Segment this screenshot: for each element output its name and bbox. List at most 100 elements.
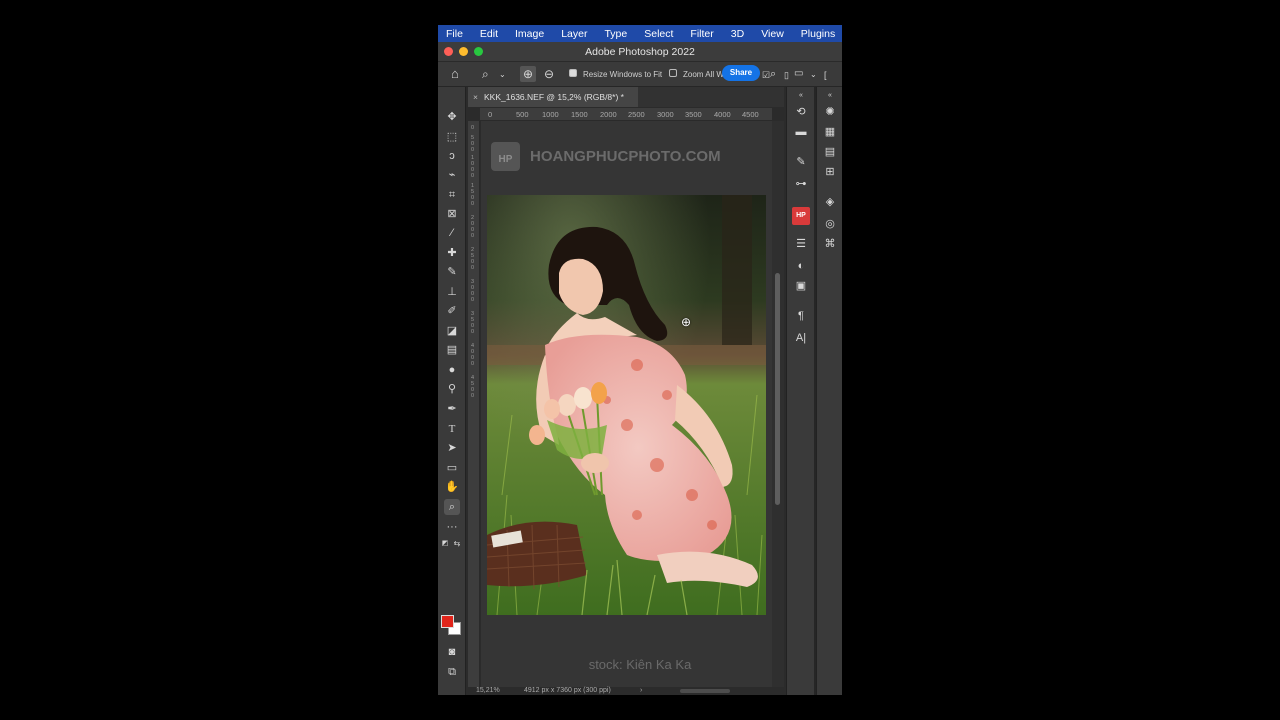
document-photo[interactable] bbox=[487, 195, 766, 615]
gradients-panel-icon[interactable]: ▤ bbox=[823, 145, 837, 159]
document-tab-bar: × KKK_1636.NEF @ 15,2% (RGB/8*) * bbox=[468, 87, 784, 107]
default-colors-icon[interactable]: ◩ bbox=[440, 539, 450, 549]
vertical-scrollbar[interactable] bbox=[772, 121, 784, 687]
history-brush-icon[interactable]: ✐ bbox=[444, 303, 460, 319]
zoom-level[interactable]: 15,21% bbox=[476, 687, 500, 694]
menu-view[interactable]: View bbox=[761, 28, 784, 40]
character-panel-icon[interactable]: A| bbox=[794, 331, 808, 345]
ruler-tick: 4500 bbox=[742, 110, 759, 119]
patterns-panel-icon[interactable]: ⊞ bbox=[823, 165, 837, 179]
ruler-tick: 3500 bbox=[471, 311, 475, 335]
gradient-tool-icon[interactable]: ▤ bbox=[444, 342, 460, 358]
resize-windows-checkbox[interactable] bbox=[569, 69, 577, 77]
paths-panel-icon[interactable]: ⌘ bbox=[823, 237, 837, 251]
status-chevron-icon[interactable]: › bbox=[640, 687, 642, 694]
swatches-panel-icon[interactable]: ▦ bbox=[823, 125, 837, 139]
ruler-tick: 2500 bbox=[628, 110, 645, 119]
ruler-tick: 500 bbox=[471, 135, 475, 153]
fill-screen-icon[interactable]: ▯ bbox=[784, 69, 789, 81]
horizontal-scroll-thumb[interactable] bbox=[680, 689, 730, 693]
panel-icon[interactable]: [ bbox=[824, 69, 827, 81]
brush-settings-icon[interactable]: ✎ bbox=[794, 155, 808, 169]
layers-panel-icon[interactable]: ◈ bbox=[823, 195, 837, 209]
zoom-tool-preset-icon[interactable]: ⌕ bbox=[482, 68, 489, 80]
path-selection-icon[interactable]: ➤ bbox=[444, 440, 460, 456]
ruler-tick: 1000 bbox=[542, 110, 559, 119]
foreground-color-swatch[interactable] bbox=[441, 615, 454, 628]
ruler-tick: 4000 bbox=[471, 343, 475, 367]
menu-image[interactable]: Image bbox=[515, 28, 544, 40]
ruler-tick: 3000 bbox=[657, 110, 674, 119]
panel-dock-right: « ✺ ▦ ▤ ⊞ ◈ ◎ ⌘ bbox=[816, 87, 842, 695]
adjust-sliders-icon[interactable]: ⊶ bbox=[794, 177, 808, 191]
watermark-logo: HP bbox=[491, 142, 520, 171]
scrubby-zoom-icon[interactable]: ☑ bbox=[762, 69, 770, 81]
document-tab[interactable]: × KKK_1636.NEF @ 15,2% (RGB/8*) * bbox=[468, 87, 638, 107]
channels-panel-icon[interactable]: ◎ bbox=[823, 217, 837, 231]
resize-windows-label: Resize Windows to Fit bbox=[583, 70, 663, 79]
lasso-tool-icon[interactable]: ↄ bbox=[444, 148, 460, 164]
menu-3d[interactable]: 3D bbox=[731, 28, 744, 40]
move-tool-icon[interactable]: ✥ bbox=[444, 109, 460, 125]
marquee-tool-icon[interactable]: ⬚ bbox=[444, 129, 460, 145]
comments-panel-icon[interactable]: ▬ bbox=[794, 125, 808, 139]
type-tool-icon[interactable]: T bbox=[444, 421, 460, 437]
menu-filter[interactable]: Filter bbox=[690, 28, 713, 40]
brush-tool-icon[interactable]: ✎ bbox=[444, 264, 460, 280]
swap-colors-icon[interactable]: ⇆ bbox=[452, 539, 462, 549]
zoom-cursor-icon: ⊕ bbox=[681, 315, 692, 329]
zoom-in-icon[interactable]: ⊕ bbox=[520, 66, 536, 82]
hand-tool-icon[interactable]: ✋ bbox=[444, 479, 460, 495]
vertical-ruler: 0 500 1000 1500 2000 2500 3000 3500 4000… bbox=[468, 121, 480, 687]
healing-brush-icon[interactable]: ✚ bbox=[444, 245, 460, 261]
zoom-tool-icon[interactable]: ⌕ bbox=[444, 499, 460, 515]
search-icon[interactable]: ⌕ bbox=[770, 68, 776, 80]
clone-stamp-icon[interactable]: ⊥ bbox=[444, 284, 460, 300]
rectangle-tool-icon[interactable]: ▭ bbox=[444, 460, 460, 476]
menu-plugins[interactable]: Plugins bbox=[801, 28, 835, 40]
paragraph-panel-icon[interactable]: ¶ bbox=[794, 309, 808, 323]
libraries-panel-icon[interactable]: ▣ bbox=[794, 279, 808, 293]
eyedropper-icon[interactable]: ⁄ bbox=[444, 225, 460, 241]
zoom-all-checkbox[interactable] bbox=[669, 69, 677, 77]
properties-panel-icon[interactable]: ☰ bbox=[794, 237, 808, 251]
vertical-scroll-thumb[interactable] bbox=[775, 273, 780, 505]
share-button[interactable]: Share bbox=[722, 65, 760, 81]
ruler-tick: 1500 bbox=[471, 183, 475, 207]
close-tab-icon[interactable]: × bbox=[473, 87, 478, 107]
ruler-tick: 1000 bbox=[471, 155, 475, 179]
chevron-down-icon[interactable]: ⌄ bbox=[499, 69, 506, 81]
adjustments-panel-icon[interactable]: ◐ bbox=[794, 259, 808, 273]
menu-edit[interactable]: Edit bbox=[480, 28, 498, 40]
dodge-tool-icon[interactable]: ⚲ bbox=[444, 381, 460, 397]
blur-tool-icon[interactable]: ● bbox=[444, 362, 460, 378]
history-panel-icon[interactable]: ⟲ bbox=[794, 105, 808, 119]
crop-tool-icon[interactable]: ⌗ bbox=[444, 187, 460, 203]
menu-type[interactable]: Type bbox=[604, 28, 627, 40]
collapse-dock-icon[interactable]: « bbox=[794, 89, 808, 103]
ruler-tick: 4500 bbox=[471, 375, 475, 399]
eraser-tool-icon[interactable]: ◪ bbox=[444, 323, 460, 339]
photo-image bbox=[487, 195, 766, 615]
document-dimensions: 4912 px x 7360 px (300 ppi) bbox=[524, 687, 611, 694]
menu-select[interactable]: Select bbox=[644, 28, 673, 40]
more-tools-icon[interactable]: ··· bbox=[444, 519, 460, 535]
title-bar: Adobe Photoshop 2022 bbox=[438, 42, 842, 62]
home-icon[interactable]: ⌂ bbox=[451, 67, 459, 80]
color-panel-icon[interactable]: ✺ bbox=[823, 105, 837, 119]
collapse-right-dock-icon[interactable]: « bbox=[823, 89, 837, 103]
quick-selection-icon[interactable]: ⌁ bbox=[444, 167, 460, 183]
menu-bar: File Edit Image Layer Type Select Filter… bbox=[438, 25, 842, 42]
hp-plugin-icon[interactable]: HP bbox=[792, 207, 810, 225]
frame-tool-icon[interactable]: ⊠ bbox=[444, 206, 460, 222]
photoshop-window: File Edit Image Layer Type Select Filter… bbox=[438, 25, 842, 695]
menu-file[interactable]: File bbox=[446, 28, 463, 40]
pen-tool-icon[interactable]: ✒ bbox=[444, 401, 460, 417]
zoom-out-icon[interactable]: ⊖ bbox=[544, 68, 554, 80]
workspace-icon[interactable]: ▭ bbox=[794, 68, 803, 80]
zoom-all-label: Zoom All W bbox=[683, 70, 724, 79]
workspace-chevron-icon[interactable]: ⌄ bbox=[810, 69, 817, 81]
menu-layer[interactable]: Layer bbox=[561, 28, 587, 40]
ruler-tick: 500 bbox=[516, 110, 529, 119]
tools-panel: ✥ ⬚ ↄ ⌁ ⌗ ⊠ ⁄ ✚ ✎ ⊥ ✐ ◪ ▤ ● ⚲ ✒ T ➤ ▭ ✋ … bbox=[438, 87, 466, 695]
